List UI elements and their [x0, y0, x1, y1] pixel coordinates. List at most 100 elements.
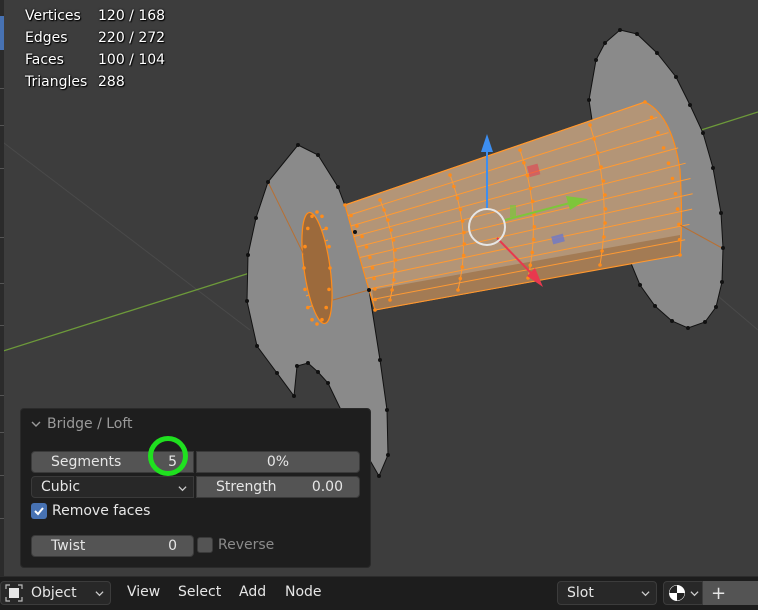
vertex[interactable] [638, 283, 642, 287]
selected-vertex[interactable] [324, 305, 328, 310]
selected-vertex[interactable] [455, 196, 460, 200]
checkbox-checked-icon[interactable] [31, 503, 47, 519]
menu-view[interactable]: View [127, 584, 160, 600]
twist-field[interactable]: Twist 0 [31, 535, 194, 557]
selected-vertex[interactable] [324, 226, 328, 231]
vertex[interactable] [653, 304, 657, 308]
selected-vertex[interactable] [452, 184, 456, 189]
selected-vertex[interactable] [603, 207, 608, 211]
vertex[interactable] [385, 408, 389, 412]
interpolation-dropdown[interactable]: Cubic [31, 476, 194, 498]
selected-vertex[interactable] [327, 287, 331, 292]
vertex[interactable] [688, 103, 692, 107]
gizmo-yz-plane-handle[interactable] [510, 205, 516, 217]
3d-viewport[interactable]: Vertices 120 / 168 Edges 220 / 272 Faces 10… [0, 0, 758, 576]
selected-vertex[interactable] [393, 258, 398, 262]
selected-vertex[interactable] [355, 224, 359, 228]
selected-vertex[interactable] [370, 266, 375, 270]
vertex[interactable] [587, 98, 591, 102]
left-toolbar-strip[interactable] [0, 0, 4, 576]
vertex[interactable] [296, 143, 300, 147]
selected-vertex[interactable] [378, 198, 382, 202]
vertex[interactable] [367, 288, 371, 292]
vertex[interactable] [618, 28, 622, 32]
selected-vertex[interactable] [531, 237, 536, 242]
selected-vertex[interactable] [310, 317, 314, 322]
checkbox-unchecked-icon[interactable] [197, 537, 213, 553]
selected-vertex[interactable] [373, 297, 377, 302]
vertex[interactable] [336, 185, 340, 189]
selected-vertex[interactable] [603, 193, 607, 197]
selected-vertex[interactable] [649, 115, 654, 120]
selected-vertex[interactable] [460, 265, 465, 269]
selected-vertex[interactable] [677, 222, 681, 227]
vertex[interactable] [377, 474, 381, 478]
selected-vertex[interactable] [456, 288, 460, 292]
vertex[interactable] [714, 305, 718, 309]
vertex[interactable] [353, 230, 357, 234]
selected-vertex[interactable] [349, 213, 353, 218]
vertex[interactable] [603, 41, 607, 45]
selected-vertex[interactable] [592, 137, 596, 141]
smoothness-field[interactable]: 0% [196, 451, 360, 473]
selected-vertex[interactable] [588, 123, 592, 127]
gizmo-z-arrow-icon[interactable] [481, 134, 493, 152]
vertex[interactable] [719, 211, 723, 215]
selected-vertex[interactable] [360, 234, 364, 239]
strength-field[interactable]: Strength 0.00 [196, 476, 360, 498]
selected-vertex[interactable] [388, 298, 392, 302]
vertex[interactable] [246, 253, 250, 257]
vertex[interactable] [254, 216, 258, 220]
selected-vertex[interactable] [643, 100, 647, 104]
selected-vertex[interactable] [328, 266, 332, 270]
selected-vertex[interactable] [670, 176, 675, 181]
selected-vertex[interactable] [458, 207, 463, 212]
selected-vertex[interactable] [320, 317, 324, 322]
segments-field[interactable]: Segments 5 [31, 451, 194, 473]
menu-select[interactable]: Select [178, 584, 221, 600]
selected-vertex[interactable] [666, 161, 671, 165]
selected-vertex[interactable] [393, 268, 397, 272]
vertex[interactable] [378, 358, 382, 362]
vertex[interactable] [275, 371, 279, 375]
selected-vertex[interactable] [530, 199, 535, 203]
selected-vertex[interactable] [528, 263, 533, 268]
selected-vertex[interactable] [458, 276, 463, 281]
selected-vertex[interactable] [386, 218, 390, 222]
selected-vertex[interactable] [673, 192, 678, 196]
selected-vertex[interactable] [522, 161, 526, 165]
selected-vertex[interactable] [310, 214, 314, 219]
vertex[interactable] [326, 381, 330, 385]
selected-vertex[interactable] [373, 308, 377, 312]
vertex[interactable] [292, 394, 296, 398]
material-preview-dropdown[interactable] [663, 581, 703, 605]
selected-vertex[interactable] [392, 278, 396, 282]
toolbar-active-tab[interactable] [0, 16, 4, 50]
vertex[interactable] [686, 326, 690, 330]
selected-vertex[interactable] [530, 250, 535, 255]
vertex[interactable] [701, 131, 705, 135]
vertex[interactable] [720, 280, 724, 284]
add-material-button[interactable]: + [703, 581, 758, 605]
selected-vertex[interactable] [462, 242, 467, 246]
selected-vertex[interactable] [320, 214, 324, 219]
vertex[interactable] [670, 319, 674, 323]
vertex[interactable] [316, 153, 320, 157]
selected-vertex[interactable] [448, 173, 452, 177]
vertex[interactable] [295, 364, 299, 368]
selected-vertex[interactable] [518, 148, 522, 152]
selected-vertex[interactable] [306, 305, 310, 310]
selected-vertex[interactable] [661, 146, 666, 150]
selected-vertex[interactable] [389, 228, 393, 232]
selected-vertex[interactable] [675, 207, 680, 211]
mode-dropdown[interactable]: Object [0, 581, 111, 605]
vertex[interactable] [316, 370, 320, 374]
selected-vertex[interactable] [602, 235, 606, 239]
selected-vertex[interactable] [368, 255, 372, 260]
selected-vertex[interactable] [373, 287, 377, 291]
selected-vertex[interactable] [303, 287, 307, 292]
selected-vertex[interactable] [302, 266, 306, 270]
vertex[interactable] [674, 75, 678, 79]
selected-vertex[interactable] [306, 226, 310, 231]
selected-vertex[interactable] [327, 244, 331, 249]
